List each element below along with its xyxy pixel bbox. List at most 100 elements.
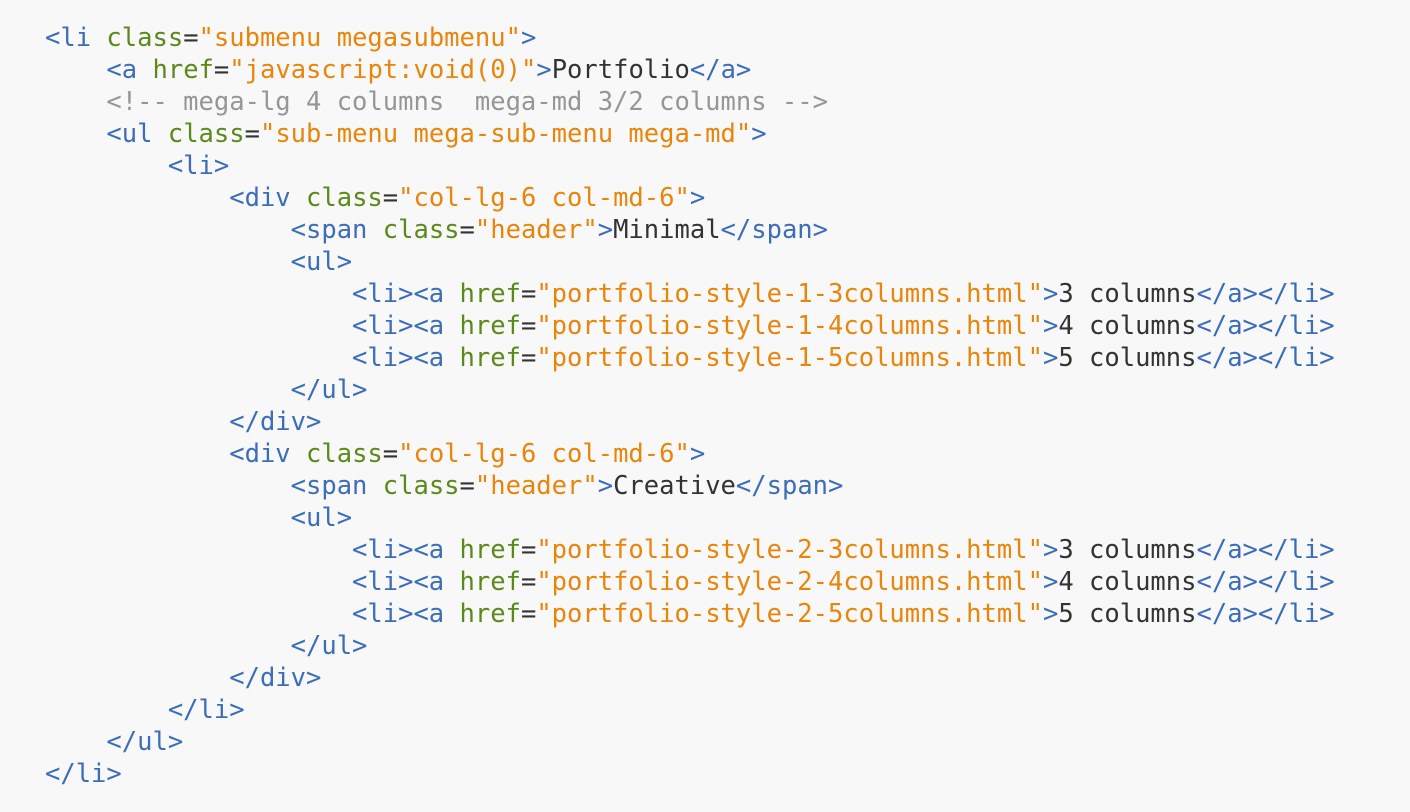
code-tag-token: </li> [45, 759, 122, 789]
code-string-token: "javascript:void(0)" [229, 55, 537, 85]
code-punctuation-token [137, 55, 152, 85]
code-attribute-token: href [459, 279, 521, 309]
code-tag-token: </a></li> [1196, 535, 1335, 565]
code-tag-token: <div [229, 183, 291, 213]
code-line: <ul class="sub-menu mega-sub-menu mega-m… [45, 118, 1410, 150]
code-tag-token: > [597, 471, 614, 501]
code-tag-token: </li> [167, 695, 245, 725]
code-line: <ul> [45, 246, 1410, 278]
code-tag-token: <li><a [352, 599, 445, 629]
code-text-token: Creative [613, 471, 736, 501]
code-tag-token: <li><a [352, 567, 445, 597]
code-tag-token: <li><a [352, 279, 445, 309]
code-attribute-token: class [382, 215, 460, 245]
code-punctuation-token [367, 471, 382, 501]
code-line: <div class="col-lg-6 col-md-6"> [45, 182, 1410, 214]
code-punctuation-token: = [213, 55, 230, 85]
code-attribute-token: class [106, 23, 184, 53]
code-attribute-token: class [167, 119, 245, 149]
code-tag-token: <span [290, 471, 368, 501]
code-punctuation-token: = [520, 567, 537, 597]
code-tag-token: > [1042, 535, 1059, 565]
code-punctuation-token: = [244, 119, 260, 149]
code-view: <li class="submenu megasubmenu"> <a href… [0, 0, 1410, 812]
code-line: <li> [45, 150, 1410, 182]
code-punctuation-token: = [520, 343, 537, 373]
code-text-token: 5 columns [1058, 343, 1197, 373]
code-tag-token: <span [290, 215, 368, 245]
code-attribute-token: class [382, 471, 460, 501]
code-tag-token: </div> [229, 663, 322, 693]
code-punctuation-token [367, 215, 382, 245]
code-string-token: "portfolio-style-1-5columns.html" [536, 343, 1043, 373]
code-tag-token: <li><a [352, 311, 445, 341]
code-line: </ul> [45, 374, 1410, 406]
code-block: <li class="submenu megasubmenu"> <a href… [45, 22, 1410, 790]
code-tag-token: </ul> [106, 727, 184, 757]
code-tag-token: </ul> [290, 631, 368, 661]
code-tag-token: <ul> [290, 503, 353, 533]
code-string-token: "sub-menu mega-sub-menu mega-md" [259, 119, 752, 149]
code-line: <li><a href="portfolio-style-1-5columns.… [45, 342, 1410, 374]
code-text-token: 4 columns [1058, 311, 1197, 341]
code-punctuation-token: = [459, 471, 475, 501]
code-line: </div> [45, 662, 1410, 694]
code-tag-token: </ul> [290, 375, 368, 405]
code-tag-token: > [536, 55, 552, 85]
code-punctuation-token: = [183, 23, 199, 53]
code-punctuation-token [444, 567, 459, 597]
code-string-token: "col-lg-6 col-md-6" [398, 439, 690, 469]
code-string-token: "col-lg-6 col-md-6" [398, 183, 690, 213]
code-attribute-token: href [459, 311, 521, 341]
code-line: <div class="col-lg-6 col-md-6"> [45, 438, 1410, 470]
code-attribute-token: href [459, 535, 521, 565]
code-line: </li> [45, 694, 1410, 726]
code-attribute-token: class [306, 439, 383, 469]
code-attribute-token: href [459, 343, 521, 373]
code-tag-token: > [1042, 311, 1059, 341]
code-text-token: Portfolio [551, 55, 690, 85]
code-line: <!-- mega-lg 4 columns mega-md 3/2 colum… [45, 86, 1410, 118]
code-text-token: 3 columns [1058, 535, 1197, 565]
code-punctuation-token [444, 343, 459, 373]
code-tag-token: </span> [735, 471, 844, 501]
code-punctuation-token [291, 439, 306, 469]
code-tag-token: <ul> [290, 247, 353, 277]
code-line: <a href="javascript:void(0)">Portfolio</… [45, 54, 1410, 86]
code-attribute-token: href [459, 567, 521, 597]
code-punctuation-token: = [520, 599, 537, 629]
code-tag-token: > [520, 23, 537, 53]
code-tag-token: > [597, 215, 614, 245]
code-line: <li class="submenu megasubmenu"> [45, 22, 1410, 54]
code-line: </ul> [45, 726, 1410, 758]
code-text-token: 5 columns [1058, 599, 1197, 629]
code-tag-token: > [689, 183, 706, 213]
code-text-token: 4 columns [1058, 567, 1197, 597]
code-punctuation-token [444, 311, 459, 341]
code-tag-token: </a></li> [1196, 343, 1335, 373]
code-punctuation-token [444, 279, 459, 309]
code-tag-token: </span> [720, 215, 829, 245]
code-tag-token: </a></li> [1196, 311, 1335, 341]
code-string-token: "portfolio-style-2-4columns.html" [536, 567, 1043, 597]
code-line: <ul> [45, 502, 1410, 534]
code-punctuation-token [91, 23, 106, 53]
code-string-token: "header" [474, 471, 598, 501]
code-punctuation-token [444, 599, 459, 629]
code-line: </ul> [45, 630, 1410, 662]
code-tag-token: </a></li> [1196, 599, 1335, 629]
code-string-token: "header" [474, 215, 598, 245]
code-tag-token: </a></li> [1196, 567, 1335, 597]
